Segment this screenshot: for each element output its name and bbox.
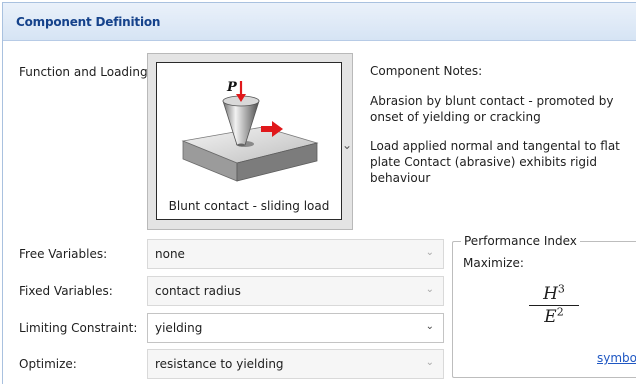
note-line: Abrasion by blunt contact - promoted by … (370, 94, 614, 124)
notes-title: Component Notes: (370, 64, 483, 78)
function-loading-label: Function and Loading: (19, 65, 152, 79)
denominator-symbol: E (544, 307, 557, 327)
fixed-variables-select[interactable]: contact radius ⌄ (147, 276, 444, 306)
performance-index-formula: H3 E2 (529, 282, 579, 327)
optimize-select[interactable]: resistance to yielding ⌄ (147, 349, 444, 379)
note-line: Load applied normal and tangental to fla… (370, 139, 620, 185)
formula-denominator: E2 (529, 306, 579, 327)
loading-image-frame: P Blunt contact - sliding load (156, 62, 342, 220)
performance-index-legend: Performance Index (461, 234, 580, 248)
free-variables-value: none (155, 247, 185, 261)
limiting-constraint-value: yielding (155, 321, 203, 335)
denominator-exponent: 2 (556, 305, 564, 319)
chevron-down-icon[interactable]: ⌄ (342, 138, 352, 152)
blunt-contact-sliding-icon: P (181, 80, 319, 182)
free-variables-label: Free Variables: (19, 247, 108, 261)
chevron-down-icon: ⌄ (425, 357, 434, 368)
performance-index-box: Performance Index Maximize: H3 E2 symbol… (452, 234, 636, 378)
chevron-down-icon: ⌄ (425, 284, 434, 295)
component-notes: Component Notes: Abrasion by blunt conta… (370, 63, 632, 199)
section-header: Component Definition (3, 3, 636, 41)
fixed-variables-label: Fixed Variables: (19, 284, 113, 298)
force-symbol: P (226, 80, 238, 95)
chevron-down-icon: ⌄ (425, 321, 434, 332)
loading-picker[interactable]: P Blunt contact - sliding load ⌄ (147, 53, 353, 230)
formula-numerator: H3 (529, 282, 579, 306)
symbols-link[interactable]: symbols (597, 351, 636, 365)
free-variables-select[interactable]: none ⌄ (147, 239, 444, 269)
optimize-label: Optimize: (19, 357, 77, 371)
optimization-direction: Maximize: (463, 256, 524, 270)
limiting-constraint-label: Limiting Constraint: (19, 321, 138, 335)
chevron-down-icon: ⌄ (425, 247, 434, 258)
numerator-exponent: 3 (557, 282, 565, 296)
fixed-variables-value: contact radius (155, 284, 241, 298)
loading-caption: Blunt contact - sliding load (168, 199, 330, 213)
numerator-symbol: H (543, 284, 558, 304)
optimize-value: resistance to yielding (155, 357, 284, 371)
limiting-constraint-select[interactable]: yielding ⌄ (147, 313, 444, 343)
section-title: Component Definition (16, 15, 161, 29)
